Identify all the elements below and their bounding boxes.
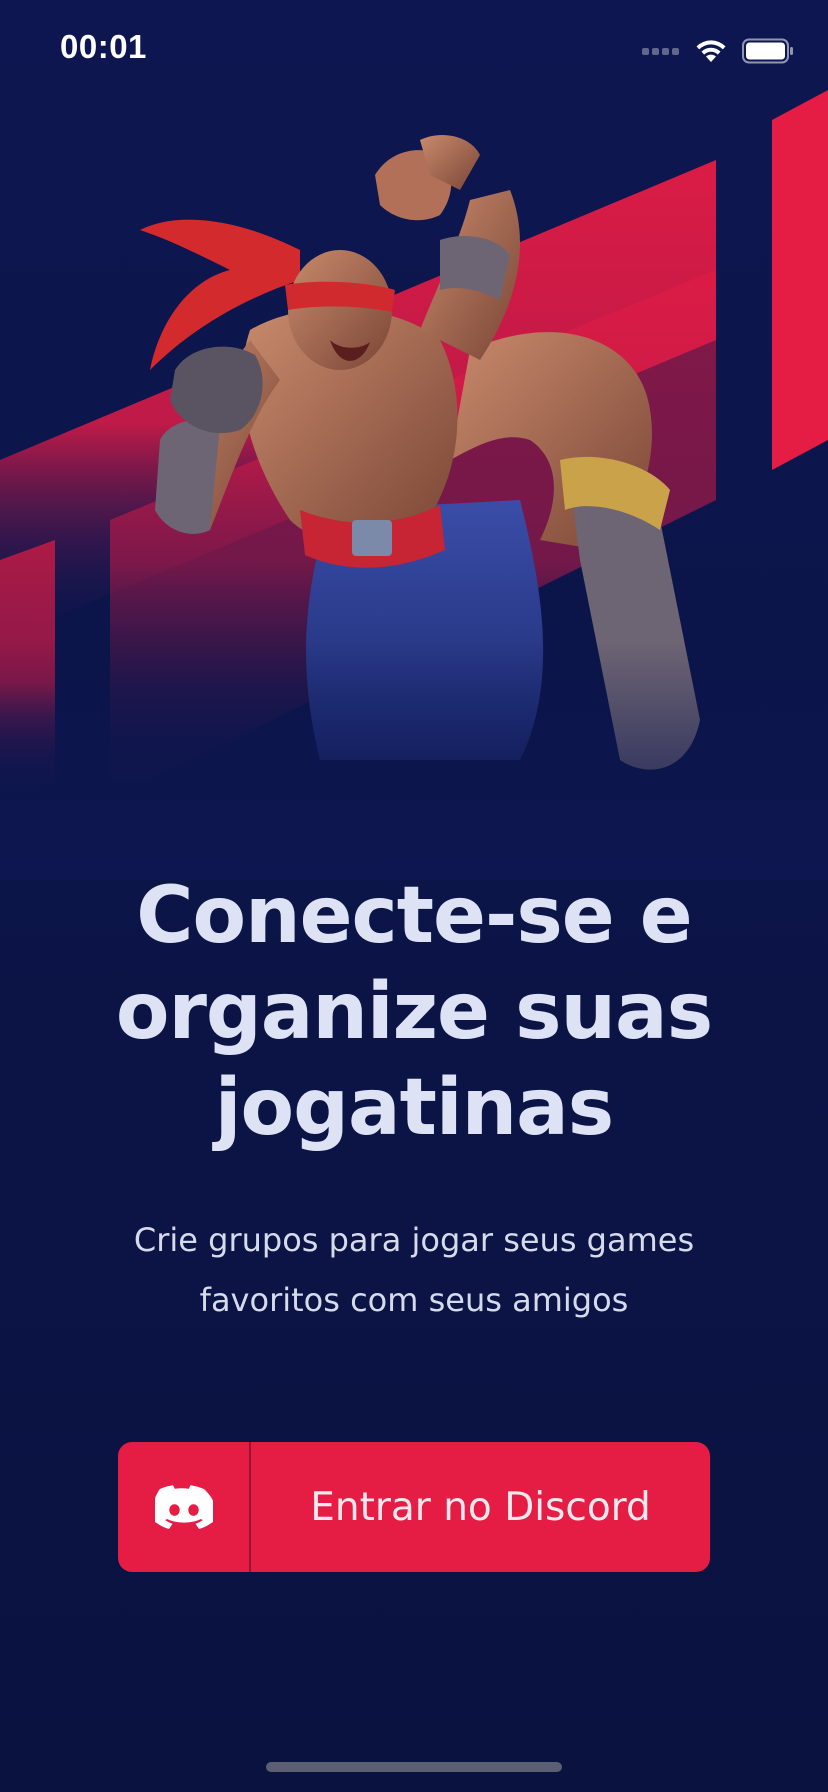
status-time: 00:01 [60, 28, 147, 65]
login-screen: 00:01 Conecte-se e organize suas jogatin… [0, 0, 828, 1792]
fighter-character-illustration [0, 90, 828, 880]
discord-button-label: Entrar no Discord [310, 1484, 651, 1530]
page-subtitle: Crie grupos para jogar seus games favori… [133, 1221, 695, 1319]
discord-icon-cell [118, 1442, 251, 1572]
discord-icon [154, 1485, 213, 1529]
cellular-signal-icon [642, 45, 680, 57]
status-icons [642, 34, 794, 68]
home-indicator[interactable] [266, 1762, 562, 1772]
hero-illustration [0, 80, 828, 880]
discord-signin-button[interactable]: Entrar no Discord [118, 1442, 710, 1572]
wifi-icon [696, 40, 726, 62]
page-title: Conecte-se e organize suas jogatinas [115, 871, 713, 1153]
battery-icon [742, 38, 793, 64]
